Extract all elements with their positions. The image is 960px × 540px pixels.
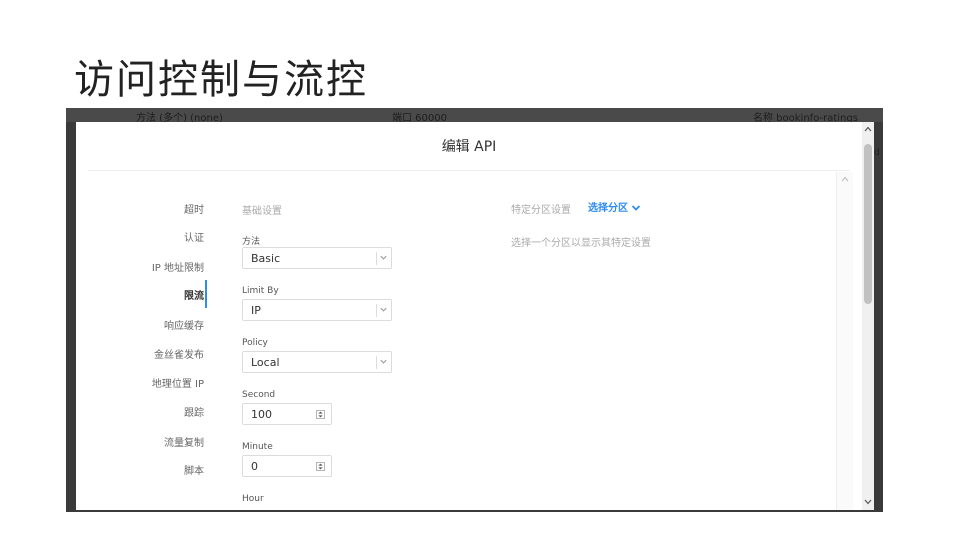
select-region-label: 选择分区 [588,203,628,214]
nav-item-traffic-mirror[interactable]: 流量复制 [164,434,204,449]
nav-item-ip-restriction[interactable]: IP 地址限制 [152,259,204,274]
select-separator [376,356,377,369]
stepper-icon[interactable] [316,410,325,419]
scrollbar-thumb[interactable] [864,144,872,304]
select-region-dropdown[interactable]: 选择分区 [588,199,641,214]
chevron-down-icon [631,205,641,211]
scroll-up-icon[interactable] [841,176,849,182]
second-value: 100 [251,408,272,421]
nav-active-indicator [205,280,207,308]
nav-item-timeout[interactable]: 超时 [184,201,204,216]
minute-input[interactable]: 0 [242,455,332,477]
select-separator [376,252,377,265]
limit-by-select[interactable]: IP [242,299,392,321]
nav-item-script[interactable]: 脚本 [184,462,204,477]
nav-item-rate-limit[interactable]: 限流 [184,287,204,302]
modal-divider [88,170,850,171]
limit-by-label: Limit By [242,286,279,296]
scroll-down-icon[interactable] [864,499,872,505]
background-cut-text: d [874,148,880,158]
chevron-down-icon [380,359,387,364]
chevron-down-icon [380,255,387,260]
nav-item-response-cache[interactable]: 响应缓存 [164,317,204,332]
nav-item-canary-release[interactable]: 金丝雀发布 [154,346,204,361]
second-label: Second [242,390,276,400]
scroll-up-icon[interactable] [864,126,872,132]
policy-select[interactable]: Local [242,351,392,373]
screenshot-frame: 方法 (多个) (none) 端口 60000 名称 bookinfo-rati… [66,108,883,512]
minute-value: 0 [251,460,258,473]
select-separator [376,304,377,317]
policy-value: Local [251,356,280,369]
method-label: 方法 [242,237,261,247]
region-hint-text: 选择一个分区以显示其特定设置 [511,238,651,249]
slide-title: 访问控制与流控 [74,57,368,103]
edit-api-modal: 编辑 API 超时 认证 IP 地址限制 限流 响应缓存 金丝雀发布 地理位置 … [76,122,862,510]
second-input[interactable]: 100 [242,403,332,425]
method-value: Basic [251,252,281,265]
region-settings-label: 特定分区设置 [511,205,571,216]
method-select[interactable]: Basic [242,247,392,269]
nav-item-auth[interactable]: 认证 [184,229,204,244]
policy-label: Policy [242,338,268,348]
basic-settings-label: 基础设置 [242,206,282,217]
modal-scrollbar[interactable] [836,172,853,510]
background-info-strip: 方法 (多个) (none) 端口 60000 名称 bookinfo-rati… [66,108,883,124]
nav-item-tracing[interactable]: 跟踪 [184,404,204,419]
modal-title: 编辑 API [441,139,497,155]
limit-by-value: IP [251,304,261,317]
nav-item-geo-ip[interactable]: 地理位置 IP [152,375,204,390]
stepper-icon[interactable] [316,462,325,471]
page-scrollbar[interactable] [862,122,874,510]
chevron-down-icon [380,307,387,312]
hour-label: Hour [242,494,264,504]
minute-label: Minute [242,442,273,452]
